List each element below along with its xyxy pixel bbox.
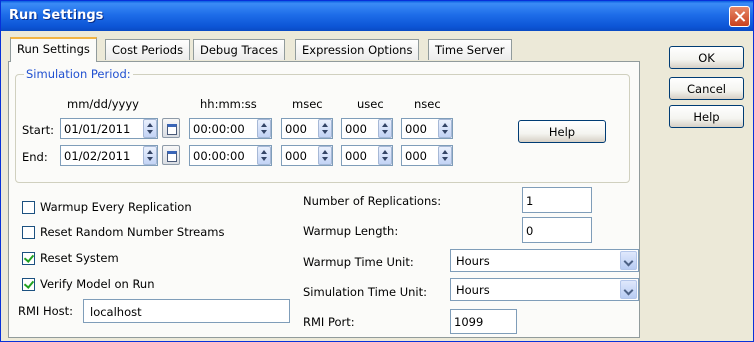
warmup-time-unit-select[interactable]: Hours: [450, 249, 639, 272]
end-date-value: 01/02/2011: [64, 149, 131, 163]
end-msec-spinner[interactable]: [318, 146, 332, 165]
reset-random-number-streams-label: Reset Random Number Streams: [40, 225, 225, 239]
start-msec-spinner[interactable]: [318, 119, 332, 138]
start-usec-spinner[interactable]: [378, 119, 392, 138]
warmup-every-replication-checkbox[interactable]: [22, 201, 35, 214]
simulation-time-unit-label: Simulation Time Unit:: [303, 285, 427, 299]
usec-column-header: usec: [357, 97, 384, 111]
number-of-replications-value: 1: [526, 194, 534, 208]
reset-system-checkbox[interactable]: [22, 252, 35, 265]
warmup-time-unit-label: Warmup Time Unit:: [303, 255, 414, 269]
chevron-down-icon[interactable]: [620, 280, 637, 299]
warmup-length-input[interactable]: 0: [522, 217, 592, 243]
tab-run-settings[interactable]: Run Settings: [10, 37, 97, 62]
number-of-replications-input[interactable]: 1: [522, 187, 592, 213]
msec-column-header: msec: [292, 97, 323, 111]
rmi-host-label: RMI Host:: [18, 304, 74, 318]
end-time-value: 00:00:00: [193, 149, 245, 163]
end-label: End:: [22, 150, 48, 164]
end-usec-value: 000: [345, 149, 367, 163]
start-time-value: 00:00:00: [193, 122, 245, 136]
tab-cost-periods[interactable]: Cost Periods: [105, 39, 191, 60]
reset-system-label: Reset System: [40, 251, 119, 265]
start-time-spinner[interactable]: [257, 119, 271, 138]
verify-model-on-run-checkbox[interactable]: [22, 278, 35, 291]
end-nsec-value: 000: [405, 149, 427, 163]
dialog-help-button[interactable]: Help: [669, 105, 744, 128]
simulation-time-unit-value: Hours: [456, 283, 490, 297]
warmup-length-value: 0: [526, 224, 534, 238]
start-date-value: 01/01/2011: [64, 122, 131, 136]
rmi-host-input[interactable]: localhost: [83, 299, 290, 323]
warmup-length-label: Warmup Length:: [303, 224, 399, 238]
run-settings-dialog: Run Settings Run Settings Cost Periods D…: [0, 0, 754, 342]
title-bar[interactable]: Run Settings: [1, 1, 753, 31]
window-title: Run Settings: [9, 8, 104, 23]
simulation-period-label: Simulation Period:: [24, 67, 133, 81]
nsec-column-header: nsec: [414, 97, 441, 111]
start-label: Start:: [22, 123, 54, 137]
rmi-port-input[interactable]: 1099: [450, 309, 517, 334]
tab-time-server[interactable]: Time Server: [428, 39, 512, 60]
date-column-header: mm/dd/yyyy: [67, 97, 139, 111]
end-usec-spinner[interactable]: [378, 146, 392, 165]
rmi-port-label: RMI Port:: [303, 315, 355, 329]
tab-expression-options[interactable]: Expression Options: [295, 39, 420, 60]
start-nsec-value: 000: [405, 122, 427, 136]
end-msec-value: 000: [285, 149, 307, 163]
start-usec-value: 000: [345, 122, 367, 136]
simulation-time-unit-select[interactable]: Hours: [450, 278, 639, 301]
reset-random-number-streams-checkbox[interactable]: [22, 226, 35, 239]
number-of-replications-label: Number of Replications:: [303, 194, 442, 208]
chevron-down-icon[interactable]: [620, 251, 637, 270]
start-nsec-spinner[interactable]: [438, 119, 452, 138]
verify-model-on-run-label: Verify Model on Run: [40, 277, 155, 291]
rmi-host-value: localhost: [90, 305, 142, 319]
tab-debug-traces[interactable]: Debug Traces: [193, 39, 285, 60]
end-time-spinner[interactable]: [257, 146, 271, 165]
ok-button[interactable]: OK: [669, 46, 744, 69]
time-column-header: hh:mm:ss: [200, 97, 257, 111]
start-date-spinner[interactable]: [143, 119, 157, 138]
simulation-help-button[interactable]: Help: [518, 120, 606, 143]
start-msec-value: 000: [285, 122, 307, 136]
close-icon[interactable]: [729, 6, 750, 27]
cancel-button[interactable]: Cancel: [669, 77, 744, 100]
end-date-spinner[interactable]: [143, 146, 157, 165]
end-nsec-spinner[interactable]: [438, 146, 452, 165]
warmup-every-replication-label: Warmup Every Replication: [40, 200, 192, 214]
end-calendar-icon[interactable]: [162, 145, 180, 165]
start-calendar-icon[interactable]: [162, 118, 180, 138]
warmup-time-unit-value: Hours: [456, 254, 490, 268]
rmi-port-value: 1099: [454, 315, 484, 329]
